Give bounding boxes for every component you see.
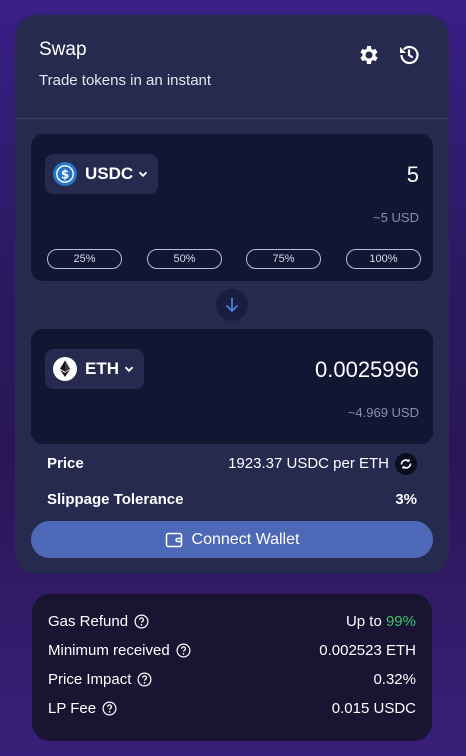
- from-amount-input[interactable]: 5: [407, 162, 419, 188]
- from-token-panel: $ USDC 5 ~5 USD 25% 50% 75% 100%: [31, 134, 433, 281]
- connect-wallet-label: Connect Wallet: [191, 530, 300, 548]
- to-usd-value: ~4.969 USD: [347, 405, 419, 420]
- price-label: Price: [47, 455, 84, 472]
- to-amount-output: 0.0025996: [315, 357, 419, 382]
- gas-refund-value: 99%: [385, 613, 416, 630]
- chevron-down-icon: [139, 171, 148, 178]
- from-token-label: USDC: [85, 164, 134, 183]
- gear-icon[interactable]: [357, 43, 381, 67]
- page-title: Swap: [39, 39, 87, 60]
- slippage-label: Slippage Tolerance: [47, 491, 184, 508]
- svg-text:$: $: [61, 167, 69, 181]
- eth-icon: [53, 357, 77, 381]
- help-icon[interactable]: [134, 614, 149, 629]
- price-impact-label: Price Impact: [48, 671, 132, 688]
- gas-refund-row: Gas Refund Up to 99%: [48, 611, 416, 633]
- to-token-label: ETH: [85, 359, 119, 378]
- page-subtitle: Trade tokens in an instant: [39, 72, 212, 89]
- refresh-icon[interactable]: [395, 453, 417, 475]
- price-value: 1923.37 USDC per ETH: [228, 455, 389, 472]
- percent-25-button[interactable]: 25%: [47, 249, 122, 269]
- help-icon[interactable]: [102, 701, 117, 716]
- swap-header: Swap Trade tokens in an instant: [15, 15, 449, 119]
- price-impact-value: 0.32%: [373, 671, 416, 688]
- slippage-row: Slippage Tolerance 3%: [47, 489, 417, 511]
- percent-50-button[interactable]: 50%: [147, 249, 222, 269]
- lp-fee-value: 0.015 USDC: [331, 700, 416, 717]
- from-usd-value: ~5 USD: [373, 210, 419, 225]
- lp-fee-row: LP Fee 0.015 USDC: [48, 698, 416, 720]
- percent-buttons: 25% 50% 75% 100%: [47, 249, 421, 269]
- swap-direction-button[interactable]: [216, 289, 248, 321]
- trade-details-card: Gas Refund Up to 99% Minimum received 0.…: [32, 594, 432, 741]
- percent-75-button[interactable]: 75%: [246, 249, 321, 269]
- slippage-value[interactable]: 3%: [395, 491, 417, 508]
- percent-100-button[interactable]: 100%: [346, 249, 421, 269]
- minimum-received-value: 0.002523 ETH: [319, 642, 416, 659]
- connect-wallet-button[interactable]: Connect Wallet: [31, 521, 433, 558]
- price-row: Price 1923.37 USDC per ETH: [47, 453, 417, 475]
- lp-fee-label: LP Fee: [48, 700, 97, 717]
- minimum-received-row: Minimum received 0.002523 ETH: [48, 640, 416, 662]
- swap-card: Swap Trade tokens in an instant $ USDC 5…: [15, 15, 449, 574]
- gas-refund-prefix: Up to: [345, 613, 382, 630]
- arrow-down-icon: [225, 298, 239, 313]
- to-token-panel: ETH 0.0025996 ~4.969 USD: [31, 329, 433, 444]
- price-impact-row: Price Impact 0.32%: [48, 669, 416, 691]
- help-icon[interactable]: [137, 672, 152, 687]
- to-token-selector[interactable]: ETH: [45, 349, 144, 389]
- from-token-selector[interactable]: $ USDC: [45, 154, 159, 194]
- wallet-icon: [165, 532, 182, 547]
- usdc-icon: $: [53, 162, 77, 186]
- minimum-received-label: Minimum received: [48, 642, 170, 659]
- chevron-down-icon: [124, 366, 134, 373]
- help-icon[interactable]: [176, 643, 191, 658]
- history-icon[interactable]: [397, 43, 421, 67]
- gas-refund-label: Gas Refund: [48, 613, 129, 630]
